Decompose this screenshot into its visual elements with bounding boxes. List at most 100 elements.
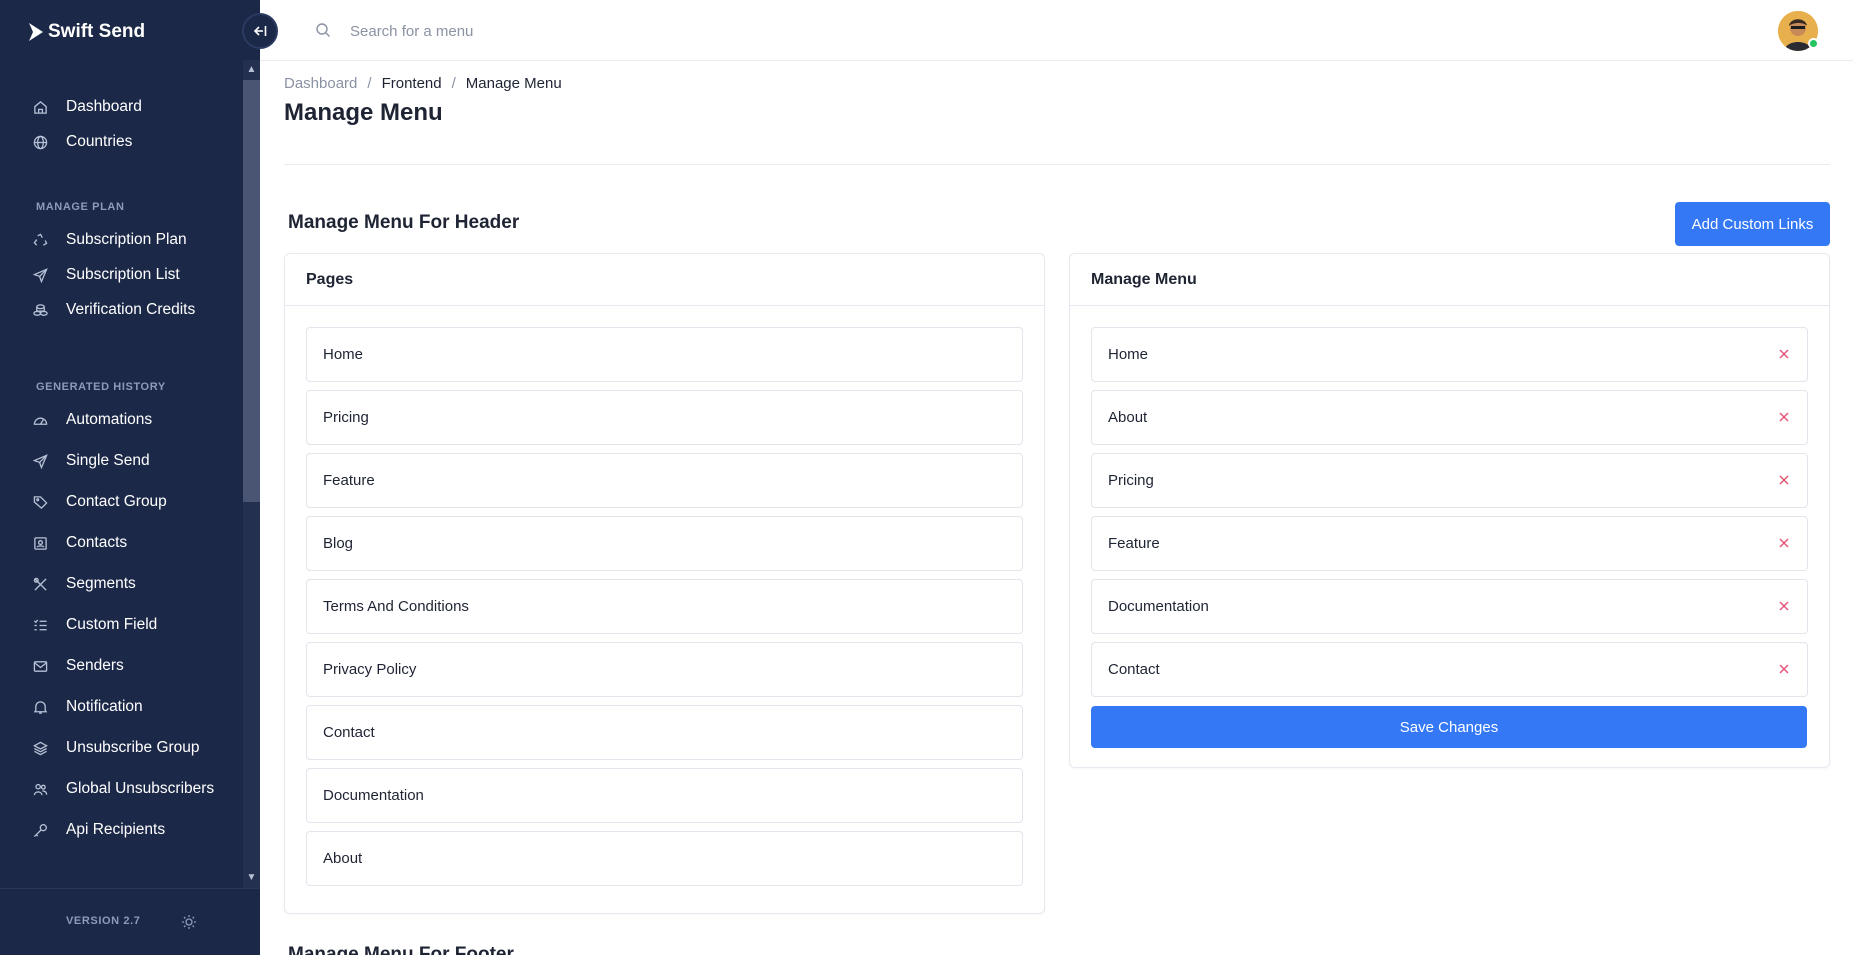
page-item-home[interactable]: Home <box>306 327 1023 382</box>
sidebar-collapse-button[interactable] <box>242 13 278 49</box>
sidebar: Swift Send Dashboard Countries MANAGE PL… <box>0 0 260 955</box>
coins-icon <box>32 302 48 318</box>
sidebar-scroll-thumb[interactable] <box>243 80 260 502</box>
page-title: Manage Menu <box>284 99 443 126</box>
menu-item[interactable]: Home <box>1091 327 1808 382</box>
sidebar-item-global-unsubscribers[interactable]: Global Unsubscribers <box>32 775 214 803</box>
search-input[interactable] <box>350 16 750 46</box>
menu-item-label: Contact <box>1108 661 1160 678</box>
collapse-arrow-icon <box>253 26 267 36</box>
menu-item[interactable]: Contact <box>1091 642 1808 697</box>
save-changes-button[interactable]: Save Changes <box>1091 706 1807 748</box>
contact-card-icon <box>32 535 48 551</box>
page-item-feature[interactable]: Feature <box>306 453 1023 508</box>
sidebar-nav: Dashboard Countries MANAGE PLAN Subscrip… <box>0 60 243 888</box>
breadcrumb-dashboard[interactable]: Dashboard <box>284 75 357 92</box>
sidebar-item-label: Dashboard <box>66 98 142 115</box>
sidebar-item-contacts[interactable]: Contacts <box>32 529 127 557</box>
main-content: Dashboard / Frontend / Manage Menu Manag… <box>284 61 1830 955</box>
sidebar-item-dashboard[interactable]: Dashboard <box>32 93 142 121</box>
page-item-pricing[interactable]: Pricing <box>306 390 1023 445</box>
users-icon <box>32 781 48 797</box>
tools-icon <box>32 576 48 592</box>
page-item-documentation[interactable]: Documentation <box>306 768 1023 823</box>
sidebar-item-label: Api Recipients <box>66 821 166 838</box>
layers-icon <box>32 740 48 756</box>
page-item-about[interactable]: About <box>306 831 1023 886</box>
sidebar-scrollbar[interactable]: ▲ ▼ <box>243 60 260 888</box>
manage-menu-card: Manage Menu Home About Pricing Feature D… <box>1069 253 1830 768</box>
sidebar-item-label: Contact Group <box>66 493 167 510</box>
breadcrumb: Dashboard / Frontend / Manage Menu <box>284 75 562 92</box>
sidebar-item-label: Senders <box>66 657 124 674</box>
page-item-contact[interactable]: Contact <box>306 705 1023 760</box>
sidebar-item-label: Contacts <box>66 534 128 551</box>
sidebar-item-unsubscribe-group[interactable]: Unsubscribe Group <box>32 734 200 762</box>
sidebar-item-label: Global Unsubscribers <box>66 780 215 797</box>
menu-item[interactable]: Pricing <box>1091 453 1808 508</box>
sun-icon[interactable] <box>180 913 198 931</box>
remove-icon[interactable] <box>1775 408 1793 426</box>
key-icon <box>32 822 48 838</box>
menu-item-label: Home <box>1108 346 1149 363</box>
manage-menu-card-title: Manage Menu <box>1070 254 1829 306</box>
list-check-icon <box>32 617 48 633</box>
sidebar-item-label: Segments <box>66 575 136 592</box>
menu-item-label: Feature <box>1108 535 1160 552</box>
sidebar-item-segments[interactable]: Segments <box>32 570 136 598</box>
sidebar-item-custom-field[interactable]: Custom Field <box>32 611 157 639</box>
sidebar-item-label: Automations <box>66 411 153 428</box>
sidebar-item-label: Unsubscribe Group <box>66 739 200 756</box>
recycle-icon <box>32 232 48 248</box>
sidebar-item-label: Verification Credits <box>66 301 196 318</box>
menu-item[interactable]: Feature <box>1091 516 1808 571</box>
tags-icon <box>32 494 48 510</box>
online-status-dot <box>1808 38 1819 49</box>
remove-icon[interactable] <box>1775 534 1793 552</box>
gauge-icon <box>32 412 48 428</box>
sidebar-item-single-send[interactable]: Single Send <box>32 447 150 475</box>
page-item-privacy[interactable]: Privacy Policy <box>306 642 1023 697</box>
sidebar-item-label: Subscription List <box>66 266 180 283</box>
breadcrumb-separator: / <box>451 75 456 92</box>
breadcrumb-frontend[interactable]: Frontend <box>382 75 442 92</box>
sidebar-item-automations[interactable]: Automations <box>32 406 152 434</box>
menu-item[interactable]: About <box>1091 390 1808 445</box>
remove-icon[interactable] <box>1775 660 1793 678</box>
add-custom-links-button[interactable]: Add Custom Links <box>1675 202 1830 246</box>
sidebar-item-subscription-list[interactable]: Subscription List <box>32 261 180 289</box>
scroll-up-arrow-icon[interactable]: ▲ <box>243 62 260 78</box>
sidebar-item-verification-credits[interactable]: Verification Credits <box>32 296 195 324</box>
sidebar-item-countries[interactable]: Countries <box>32 128 132 156</box>
paper-plane-icon <box>32 453 48 469</box>
page-item-terms[interactable]: Terms And Conditions <box>306 579 1023 634</box>
scroll-down-arrow-icon[interactable]: ▼ <box>243 870 260 886</box>
section-label-manage-plan: MANAGE PLAN <box>36 201 125 213</box>
sidebar-item-api-recipients[interactable]: Api Recipients <box>32 816 165 844</box>
sidebar-item-subscription-plan[interactable]: Subscription Plan <box>32 226 187 254</box>
home-icon <box>32 99 48 115</box>
sidebar-item-contact-group[interactable]: Contact Group <box>32 488 167 516</box>
sidebar-item-label: Subscription Plan <box>66 231 187 248</box>
menu-item-label: Pricing <box>1108 472 1154 489</box>
menu-item-label: Documentation <box>1108 598 1209 615</box>
remove-icon[interactable] <box>1775 597 1793 615</box>
menu-item[interactable]: Documentation <box>1091 579 1808 634</box>
remove-icon[interactable] <box>1775 471 1793 489</box>
section-title-header-menu: Manage Menu For Header <box>288 212 520 233</box>
divider <box>284 164 1830 165</box>
page-item-blog[interactable]: Blog <box>306 516 1023 571</box>
sidebar-item-notification[interactable]: Notification <box>32 693 143 721</box>
mail-icon <box>32 658 48 674</box>
sidebar-item-label: Notification <box>66 698 143 715</box>
logo-mark-icon <box>29 23 43 41</box>
sidebar-item-senders[interactable]: Senders <box>32 652 124 680</box>
menu-item-label: About <box>1108 409 1148 426</box>
bell-icon <box>32 699 48 715</box>
brand-logo[interactable]: Swift Send <box>28 16 145 48</box>
breadcrumb-separator: / <box>367 75 372 92</box>
remove-icon[interactable] <box>1775 345 1793 363</box>
sidebar-item-label: Custom Field <box>66 616 158 633</box>
breadcrumb-current: Manage Menu <box>465 75 562 92</box>
paper-plane-icon <box>32 267 48 283</box>
